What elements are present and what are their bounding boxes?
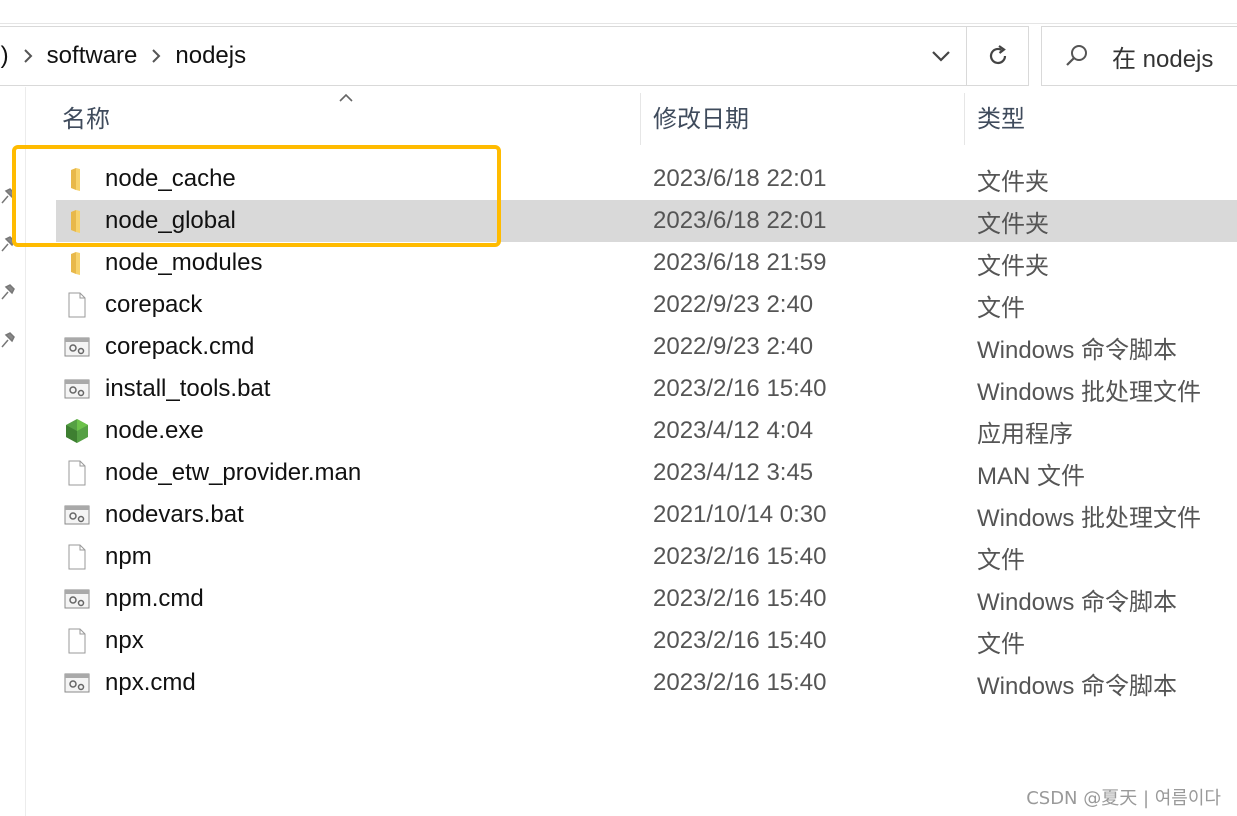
file-row[interactable]: install_tools.bat 2023/2/16 15:40 Windows … bbox=[26, 368, 1237, 410]
file-modified-date: 2023/2/16 15:40 bbox=[653, 627, 827, 654]
file-type: MAN 文件 bbox=[977, 462, 1085, 490]
pin-icon[interactable] bbox=[0, 283, 16, 301]
file-row[interactable]: node_etw_provider.man 2023/4/12 3:45 MAN 文… bbox=[26, 452, 1237, 494]
file-name: node_modules bbox=[105, 249, 263, 276]
column-header-name[interactable]: 名称 bbox=[52, 87, 640, 145]
file-name: node_global bbox=[105, 207, 236, 234]
file-name: node_cache bbox=[105, 165, 236, 192]
file-icon bbox=[64, 292, 90, 318]
file-modified-date: 2023/2/16 15:40 bbox=[653, 669, 827, 696]
window-top-strip bbox=[0, 0, 1237, 24]
file-icon bbox=[64, 460, 90, 486]
file-type: Windows 批处理文件 bbox=[977, 504, 1202, 532]
file-name: install_tools.bat bbox=[105, 375, 271, 402]
file-icon bbox=[64, 544, 90, 570]
file-row[interactable]: node_cache 2023/6/18 22:01 文件夹 bbox=[26, 158, 1237, 200]
file-modified-date: 2023/6/18 22:01 bbox=[653, 165, 827, 192]
file-modified-date: 2023/2/16 15:40 bbox=[653, 585, 827, 612]
file-type: 文件 bbox=[977, 630, 1025, 658]
column-header-type[interactable]: 类型 bbox=[967, 87, 1237, 145]
chevron-right-icon[interactable] bbox=[23, 48, 33, 64]
file-name: node_etw_provider.man bbox=[105, 459, 362, 486]
file-modified-date: 2023/2/16 15:40 bbox=[653, 543, 827, 570]
address-bar[interactable]: :) software nodejs bbox=[0, 26, 967, 86]
file-modified-date: 2022/9/23 2:40 bbox=[653, 291, 814, 318]
file-name: npm bbox=[105, 543, 152, 570]
file-row[interactable]: corepack 2022/9/23 2:40 文件 bbox=[26, 284, 1237, 326]
script-icon bbox=[64, 376, 90, 402]
file-row[interactable]: nodevars.bat 2021/10/14 0:30 Windows 批处理文件 bbox=[26, 494, 1237, 536]
file-modified-date: 2021/10/14 0:30 bbox=[653, 501, 827, 528]
column-header-modified[interactable]: 修改日期 bbox=[643, 87, 965, 145]
script-icon bbox=[64, 670, 90, 696]
file-row[interactable]: corepack.cmd 2022/9/23 2:40 Windows 命令脚本 bbox=[26, 326, 1237, 368]
file-modified-date: 2023/4/12 3:45 bbox=[653, 459, 814, 486]
file-name: nodevars.bat bbox=[105, 501, 244, 528]
script-icon bbox=[64, 334, 90, 360]
chevron-down-icon bbox=[932, 51, 950, 62]
file-modified-date: 2023/2/16 15:40 bbox=[653, 375, 827, 402]
file-row[interactable]: npm.cmd 2023/2/16 15:40 Windows 命令脚本 bbox=[26, 578, 1237, 620]
file-type: 文件夹 bbox=[977, 252, 1049, 280]
address-history-dropdown[interactable] bbox=[926, 41, 956, 71]
file-type: Windows 命令脚本 bbox=[977, 588, 1178, 616]
navigation-pane[interactable] bbox=[0, 87, 26, 816]
file-name: npx.cmd bbox=[105, 669, 196, 696]
folder-icon bbox=[64, 166, 90, 192]
folder-icon bbox=[64, 250, 90, 276]
file-type: 文件 bbox=[977, 294, 1025, 322]
search-placeholder: 在 nodejs bbox=[1112, 45, 1214, 73]
pin-icon[interactable] bbox=[0, 187, 16, 205]
folder-icon bbox=[64, 208, 90, 234]
pin-icon[interactable] bbox=[0, 235, 16, 253]
file-name: corepack.cmd bbox=[105, 333, 255, 360]
file-modified-date: 2022/9/23 2:40 bbox=[653, 333, 814, 360]
file-modified-date: 2023/4/12 4:04 bbox=[653, 417, 814, 444]
search-icon bbox=[1066, 45, 1087, 66]
file-row[interactable]: node.exe 2023/4/12 4:04 应用程序 bbox=[26, 410, 1237, 452]
file-type: 文件夹 bbox=[977, 168, 1049, 196]
pin-icon[interactable] bbox=[0, 331, 16, 349]
file-type: 文件夹 bbox=[977, 210, 1049, 238]
file-icon bbox=[64, 628, 90, 654]
breadcrumb-software[interactable]: software bbox=[47, 26, 138, 86]
file-row[interactable]: node_global 2023/6/18 22:01 文件夹 bbox=[26, 200, 1237, 242]
column-divider[interactable] bbox=[964, 93, 965, 145]
chevron-right-icon[interactable] bbox=[151, 48, 161, 64]
refresh-button[interactable] bbox=[967, 26, 1029, 86]
script-icon bbox=[64, 502, 90, 528]
search-input[interactable]: 在 nodejs bbox=[1041, 26, 1237, 86]
file-row[interactable]: npm 2023/2/16 15:40 文件 bbox=[26, 536, 1237, 578]
file-row[interactable]: npx 2023/2/16 15:40 文件 bbox=[26, 620, 1237, 662]
file-name: corepack bbox=[105, 291, 203, 318]
watermark: CSDN @夏天 | 여름이다 bbox=[1026, 788, 1221, 809]
file-modified-date: 2023/6/18 21:59 bbox=[653, 249, 827, 276]
file-row[interactable]: node_modules 2023/6/18 21:59 文件夹 bbox=[26, 242, 1237, 284]
file-type: Windows 命令脚本 bbox=[977, 672, 1178, 700]
refresh-icon bbox=[989, 45, 1006, 65]
script-icon bbox=[64, 586, 90, 612]
file-name: npx bbox=[105, 627, 144, 654]
file-name: node.exe bbox=[105, 417, 204, 444]
node-exe-icon bbox=[64, 418, 90, 444]
column-header-bar: 名称 修改日期 类型 bbox=[26, 87, 1237, 145]
file-type: Windows 批处理文件 bbox=[977, 378, 1202, 406]
file-modified-date: 2023/6/18 22:01 bbox=[653, 207, 827, 234]
column-divider[interactable] bbox=[640, 93, 641, 145]
breadcrumb-nodejs[interactable]: nodejs bbox=[175, 26, 246, 86]
file-list: node_cache 2023/6/18 22:01 文件夹 node_global 2… bbox=[26, 158, 1237, 704]
file-name: npm.cmd bbox=[105, 585, 204, 612]
file-row[interactable]: npx.cmd 2023/2/16 15:40 Windows 命令脚本 bbox=[26, 662, 1237, 704]
file-type: 应用程序 bbox=[977, 420, 1073, 448]
breadcrumb-drive[interactable]: :) bbox=[0, 26, 9, 86]
file-type: 文件 bbox=[977, 546, 1025, 574]
file-type: Windows 命令脚本 bbox=[977, 336, 1178, 364]
